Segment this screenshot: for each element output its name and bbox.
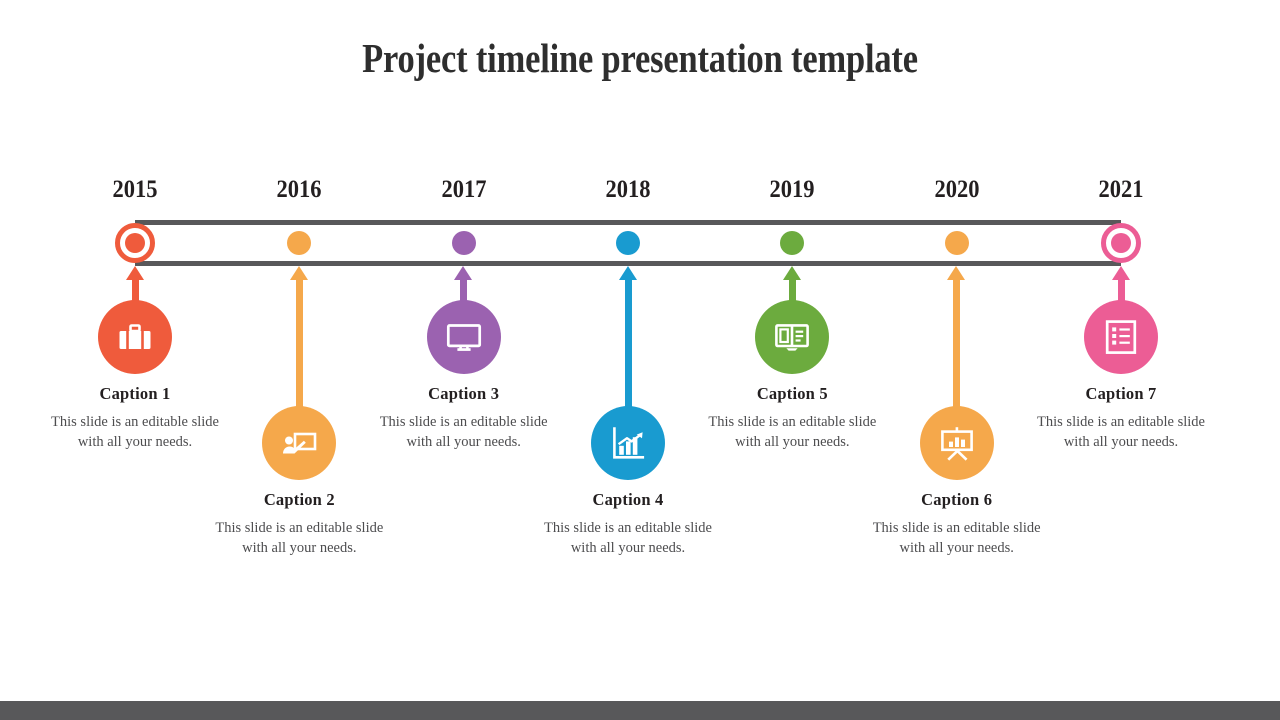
- timeline-caption-block: Caption 4 This slide is an editable slide…: [528, 490, 728, 558]
- timeline-rail-top-line: [135, 220, 1121, 225]
- timeline-year-label: 2018: [605, 176, 651, 203]
- timeline-year-label: 2021: [1098, 176, 1144, 203]
- open-book-icon: [771, 316, 813, 358]
- connector-shaft: [624, 277, 632, 416]
- timeline-rail-dot[interactable]: [451, 231, 476, 255]
- connector-arrow-up-icon: [947, 266, 966, 280]
- connector-arrow-up-icon: [454, 266, 473, 280]
- briefcase-icon: [115, 317, 155, 357]
- caption-title: Caption 1: [99, 384, 171, 403]
- timeline-icon-circle[interactable]: [98, 300, 172, 374]
- connector-arrow-up-icon: [618, 266, 637, 280]
- monitor-icon: [443, 316, 485, 358]
- timeline-caption-block: Caption 3 This slide is an editable slide…: [364, 384, 564, 452]
- timeline-connector-stem: [947, 266, 966, 416]
- timeline-caption-block: Caption 1 This slide is an editable slide…: [35, 384, 235, 452]
- caption-title: Caption 7: [1085, 384, 1157, 403]
- timeline-caption-block: Caption 2 This slide is an editable slide…: [199, 490, 399, 558]
- timeline-icon-circle[interactable]: [919, 406, 994, 480]
- page-title: Project timeline presentation template: [362, 35, 918, 81]
- caption-body: This slide is an editable slide with all…: [379, 414, 548, 450]
- slide-canvas: Project timeline presentation template 2…: [0, 0, 1280, 720]
- caption-title: Caption 6: [921, 490, 993, 509]
- caption-title: Caption 5: [756, 384, 828, 403]
- timeline-year-label: 2016: [276, 176, 322, 203]
- connector-arrow-up-icon: [125, 266, 144, 280]
- timeline-rail-dot[interactable]: [115, 223, 155, 263]
- caption-body: This slide is an editable slide with all…: [872, 520, 1041, 556]
- timeline-icon-circle[interactable]: [755, 300, 830, 374]
- timeline-caption-block: Caption 5 This slide is an editable slide…: [692, 384, 892, 452]
- connector-arrow-up-icon: [289, 266, 308, 280]
- timeline-rail-dot[interactable]: [1101, 223, 1141, 263]
- timeline-icon-circle[interactable]: [262, 406, 337, 480]
- caption-title: Caption 2: [263, 490, 335, 509]
- timeline-year-label: 2020: [934, 176, 980, 203]
- timeline-connector-stem: [289, 266, 308, 416]
- presenter-board-icon: [279, 423, 319, 463]
- timeline-rail-dot[interactable]: [616, 231, 640, 255]
- timeline-rail-dot[interactable]: [944, 231, 969, 255]
- rail-dot-core: [125, 233, 145, 253]
- connector-arrow-up-icon: [782, 266, 801, 280]
- connector-arrow-up-icon: [1111, 266, 1130, 280]
- timeline-year-label: 2017: [441, 176, 487, 203]
- presentation-easel-icon: [936, 422, 978, 464]
- bottom-bar: [0, 701, 1280, 720]
- connector-shaft: [295, 277, 303, 416]
- timeline-year-label: 2019: [769, 176, 815, 203]
- caption-title: Caption 4: [592, 490, 664, 509]
- checklist-document-icon: [1102, 317, 1140, 357]
- rail-dot-core: [1111, 233, 1131, 253]
- caption-body: This slide is an editable slide with all…: [708, 414, 877, 450]
- caption-body: This slide is an editable slide with all…: [215, 520, 384, 556]
- caption-title: Caption 3: [428, 384, 500, 403]
- timeline-icon-circle[interactable]: [426, 300, 501, 374]
- caption-body: This slide is an editable slide with all…: [51, 414, 219, 450]
- timeline-year-label: 2015: [112, 176, 158, 203]
- caption-body: This slide is an editable slide with all…: [1037, 414, 1205, 450]
- bar-chart-growth-icon: [608, 423, 648, 463]
- timeline-icon-circle[interactable]: [591, 406, 665, 480]
- timeline-caption-block: Caption 7 This slide is an editable slide…: [1021, 384, 1221, 452]
- connector-shaft: [953, 277, 961, 416]
- caption-body: This slide is an editable slide with all…: [544, 520, 712, 556]
- timeline-connector-stem: [618, 266, 637, 416]
- timeline-caption-block: Caption 6 This slide is an editable slide…: [857, 490, 1057, 558]
- timeline-icon-circle[interactable]: [1084, 300, 1158, 374]
